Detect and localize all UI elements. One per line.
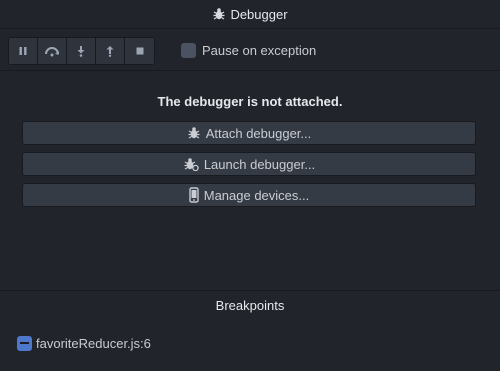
not-attached-message: The debugger is not attached. <box>157 94 343 109</box>
mobile-device-icon <box>189 187 199 203</box>
window-title: Debugger <box>230 6 288 22</box>
bug-gear-icon <box>183 157 199 171</box>
pause-on-exception-label: Pause on exception <box>202 42 317 58</box>
stop-icon <box>136 47 143 55</box>
pause-on-exception-checkbox[interactable] <box>181 42 196 58</box>
breakpoint-item[interactable]: favoriteReducer.js:6 <box>17 335 151 351</box>
breakpoints-header: Breakpoints <box>0 290 500 320</box>
pause-on-exception-option[interactable]: Pause on exception <box>181 41 316 59</box>
bug-icon <box>212 7 226 21</box>
step-over-icon <box>45 47 59 57</box>
window-titlebar: Debugger <box>0 0 500 29</box>
manage-devices-label: Manage devices... <box>203 187 310 203</box>
step-out-icon <box>106 46 114 57</box>
launch-debugger-button[interactable]: Launch debugger... <box>22 152 476 176</box>
manage-devices-button[interactable]: Manage devices... <box>22 183 476 207</box>
bug-icon <box>187 126 201 140</box>
breakpoints-title: Breakpoints <box>215 298 285 313</box>
pause-icon <box>19 47 27 55</box>
debug-toolbar: Pause on exception <box>0 29 500 71</box>
step-into-button[interactable] <box>67 38 96 64</box>
launch-debugger-label: Launch debugger... <box>203 156 316 172</box>
breakpoint-label: favoriteReducer.js:6 <box>36 335 151 351</box>
debug-controls <box>8 37 155 65</box>
pause-button[interactable] <box>9 38 38 64</box>
breakpoint-checkbox[interactable] <box>17 335 32 351</box>
step-into-icon <box>77 46 85 57</box>
attach-debugger-button[interactable]: Attach debugger... <box>22 121 476 145</box>
step-over-button[interactable] <box>38 38 67 64</box>
stop-button[interactable] <box>125 38 154 64</box>
step-out-button[interactable] <box>96 38 125 64</box>
attach-debugger-label: Attach debugger... <box>205 125 312 141</box>
